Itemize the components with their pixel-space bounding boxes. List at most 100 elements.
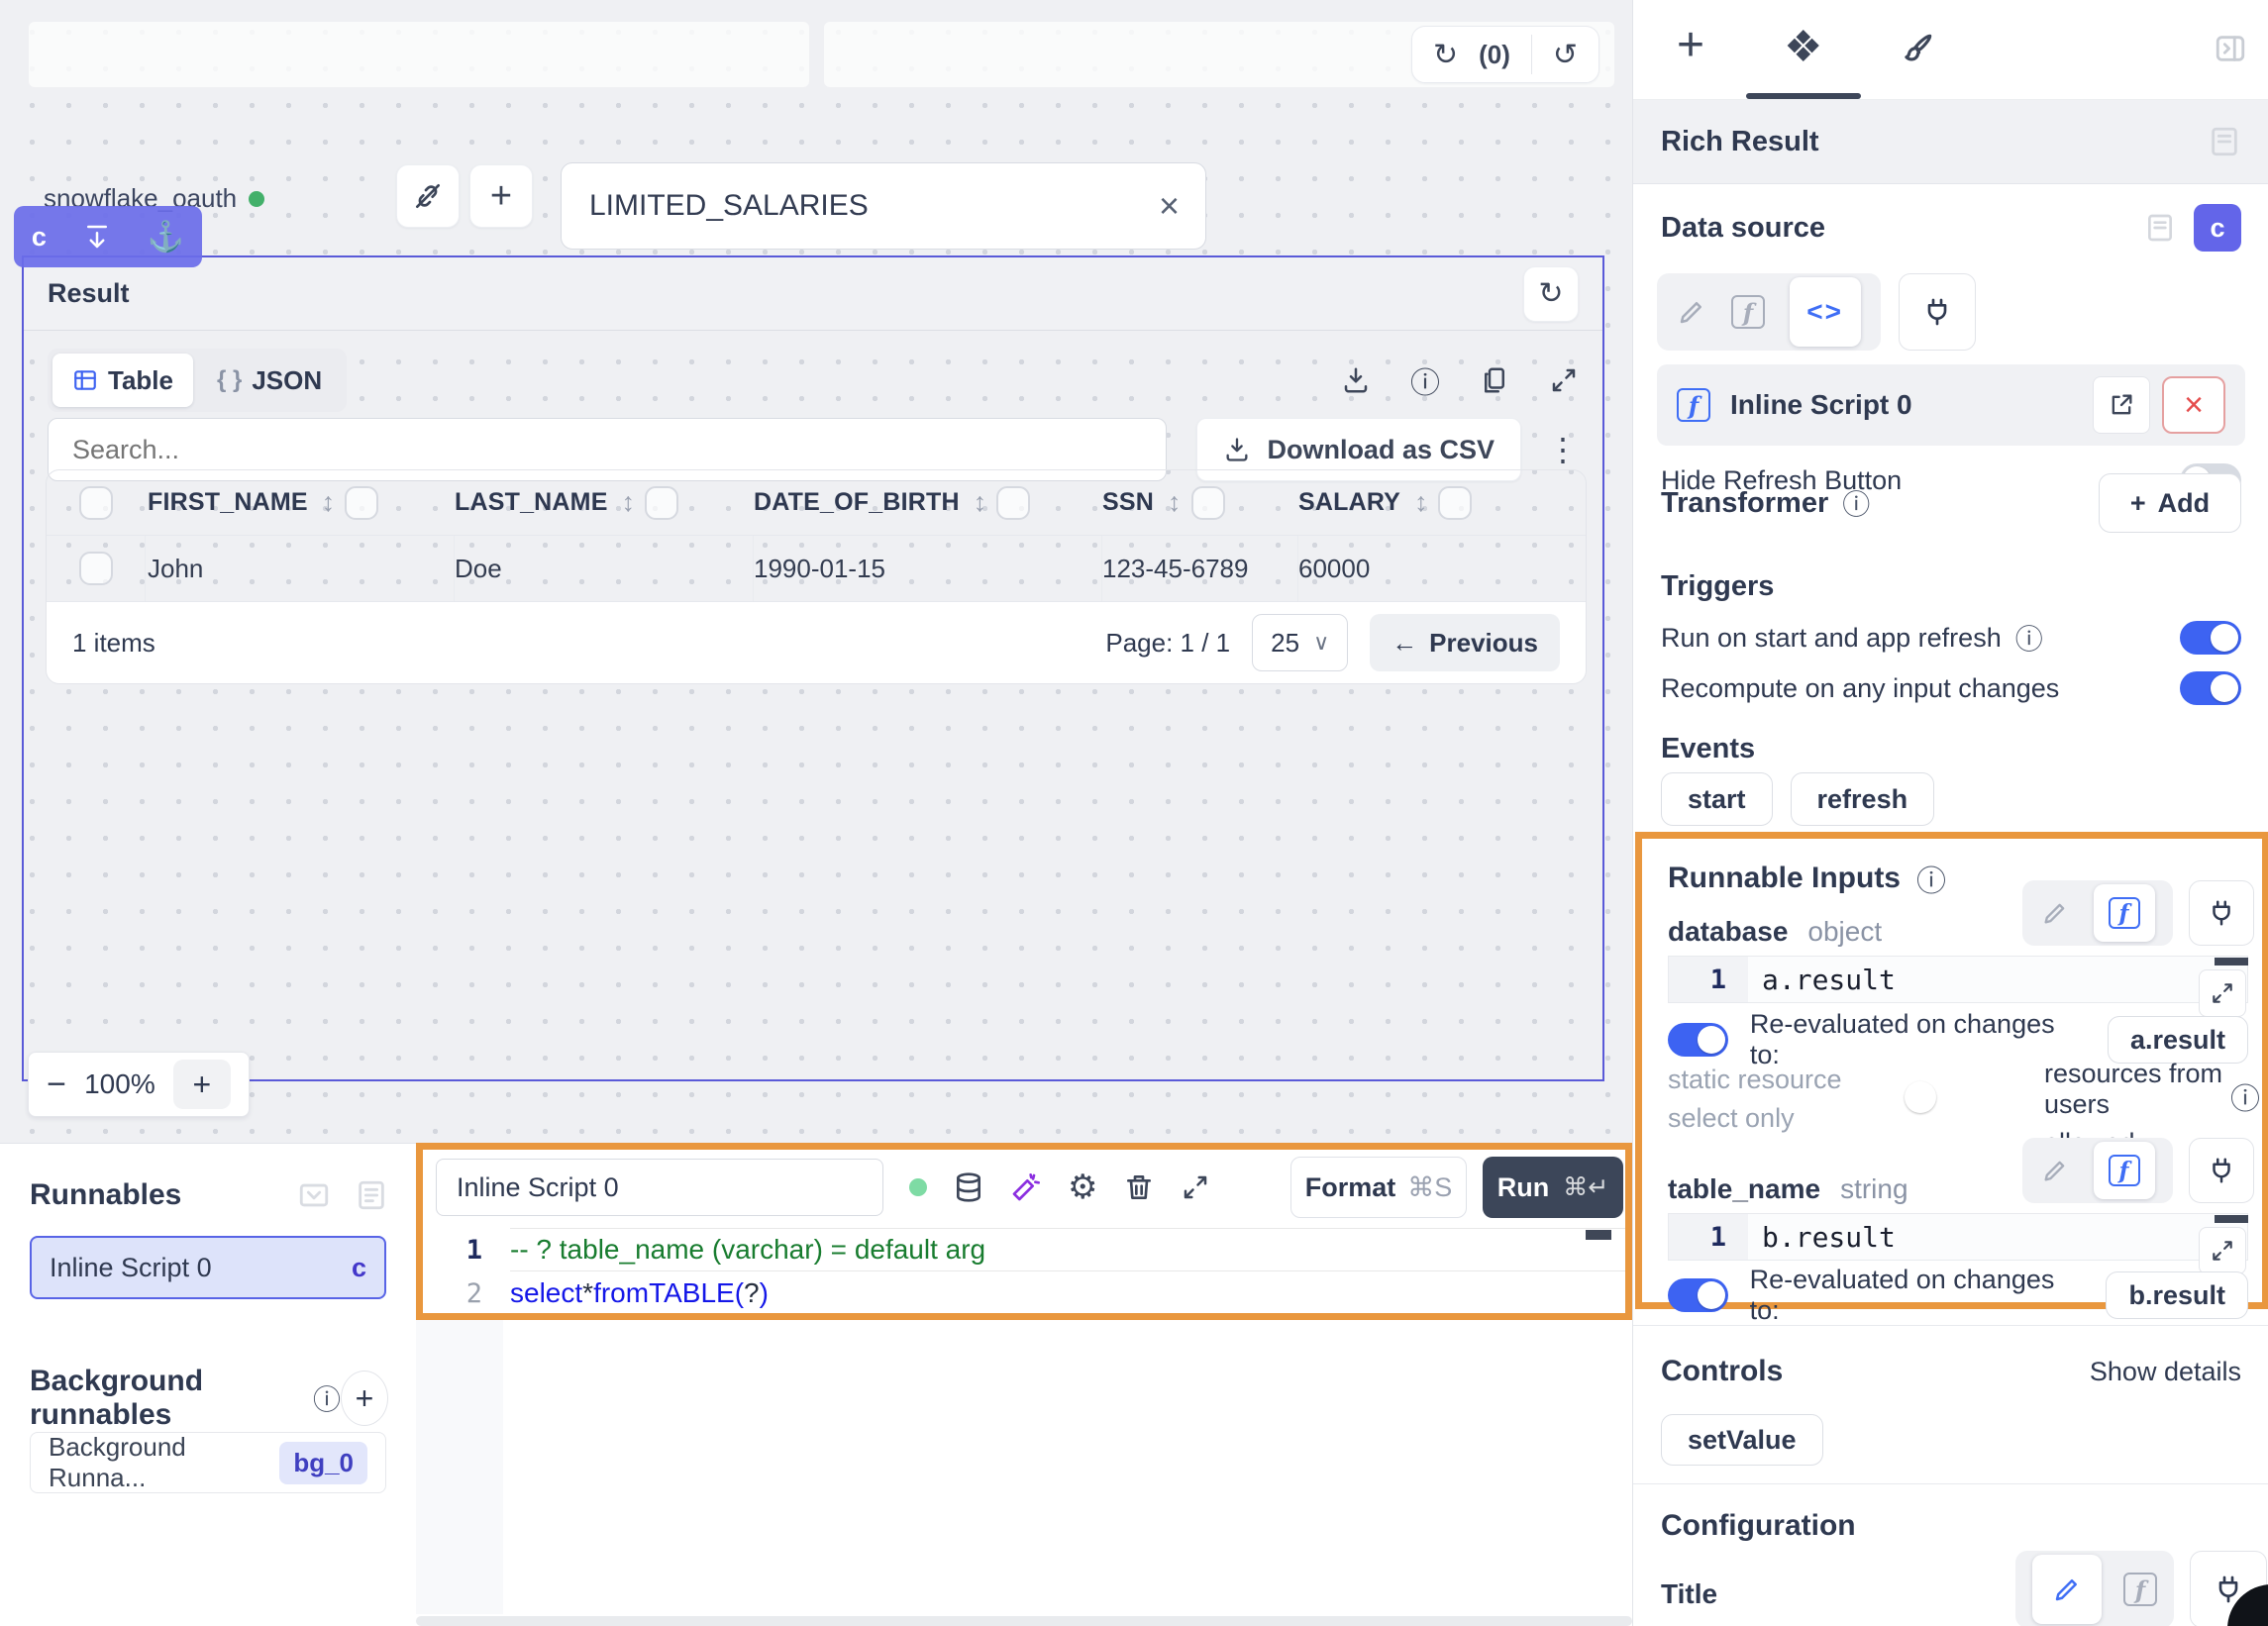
search-input[interactable]	[70, 434, 1144, 466]
static-mode-pencil-icon[interactable]	[2041, 899, 2069, 927]
info-icon[interactable]: ⓘ	[1842, 483, 1870, 523]
sort-icon[interactable]: ↕	[322, 487, 336, 518]
info-icon[interactable]: ⓘ	[1916, 857, 1946, 900]
event-chip-start[interactable]: start	[1661, 772, 1773, 826]
unlink-button[interactable]	[396, 164, 460, 228]
select-all-checkbox[interactable]	[79, 486, 113, 520]
column-toggle[interactable]	[1191, 486, 1225, 520]
clear-input-icon[interactable]: ×	[1159, 188, 1180, 224]
connect-input-plug-button[interactable]	[2189, 1138, 2254, 1203]
app-canvas[interactable]: ↻ (0) ↺ snowflake_oauth c ⚓ +	[0, 0, 1632, 1143]
table-name-expr-editor[interactable]: 1 b.result	[1668, 1213, 2248, 1261]
column-header[interactable]: LAST_NAME	[455, 488, 608, 517]
static-mode-pencil-icon[interactable]	[1677, 297, 1706, 327]
code-line-1[interactable]: 1 -- ? table_name (varchar) = default ar…	[423, 1228, 1625, 1271]
collapse-runnables-icon[interactable]	[297, 1178, 331, 1212]
page-size-select[interactable]: 25 ∨	[1252, 614, 1348, 671]
reeval-toggle[interactable]	[1668, 1023, 1728, 1057]
tab-component-settings-icon[interactable]: ❖	[1784, 26, 1822, 69]
control-chip-setvalue[interactable]: setValue	[1661, 1414, 1823, 1466]
info-icon[interactable]: ⓘ	[313, 1378, 341, 1418]
runnable-mode-icon[interactable]: f	[1731, 295, 1765, 329]
code-editor-body[interactable]	[416, 1320, 1632, 1626]
reeval-target-chip[interactable]: b.result	[2106, 1271, 2248, 1319]
anchor-icon[interactable]: ⚓	[148, 220, 184, 254]
column-toggle[interactable]	[645, 486, 678, 520]
event-chip-refresh[interactable]: refresh	[1791, 772, 1935, 826]
info-icon[interactable]: ⓘ	[2015, 618, 2043, 658]
run-on-start-toggle[interactable]	[2180, 621, 2241, 655]
add-button[interactable]: +	[469, 164, 533, 228]
show-details-link[interactable]: Show details	[2090, 1357, 2241, 1387]
column-toggle[interactable]	[1438, 486, 1472, 520]
eval-mode-icon[interactable]: f	[2094, 884, 2155, 942]
add-transformer-button[interactable]: + Add	[2099, 473, 2241, 533]
result-refresh-button[interactable]: ↻	[1523, 266, 1579, 322]
tab-insert-component-icon[interactable]: +	[1677, 22, 1704, 69]
sort-icon[interactable]: ↕	[1168, 487, 1182, 518]
tab-styling-icon[interactable]	[1899, 30, 1936, 67]
reeval-target-chip[interactable]: a.result	[2108, 1016, 2248, 1064]
column-header[interactable]: FIRST_NAME	[148, 488, 308, 517]
code-area[interactable]: 1 -- ? table_name (varchar) = default ar…	[423, 1228, 1625, 1315]
connect-input-plug-button[interactable]	[2189, 880, 2254, 946]
remove-script-button[interactable]: ×	[2162, 376, 2225, 434]
tab-table[interactable]: Table	[52, 354, 193, 407]
column-header[interactable]: SSN	[1102, 488, 1154, 517]
column-toggle[interactable]	[345, 486, 378, 520]
doc-icon[interactable]	[2144, 212, 2176, 244]
script-name-field[interactable]	[436, 1159, 883, 1216]
reeval-toggle[interactable]	[1668, 1278, 1728, 1312]
sort-icon[interactable]: ↕	[1414, 487, 1428, 518]
copy-result-icon[interactable]	[1480, 365, 1509, 395]
download-icon[interactable]	[1341, 365, 1371, 395]
info-icon[interactable]: ⓘ	[1410, 358, 1440, 402]
static-mode-pencil-icon[interactable]	[2041, 1157, 2069, 1184]
connect-input-plug-button[interactable]	[1899, 273, 1976, 351]
table-select-input[interactable]	[587, 188, 1122, 224]
horizontal-scrollbar[interactable]	[416, 1616, 1632, 1626]
kebab-menu-icon[interactable]: ⋮	[1547, 431, 1579, 468]
move-down-icon[interactable]	[82, 222, 112, 252]
code-mode-icon[interactable]: <>	[1790, 277, 1861, 347]
sort-icon[interactable]: ↕	[622, 487, 636, 518]
info-icon[interactable]: ⓘ	[2230, 1074, 2260, 1118]
open-script-button[interactable]	[2093, 376, 2150, 434]
sort-icon[interactable]: ↕	[974, 487, 987, 518]
row-checkbox[interactable]	[79, 552, 113, 585]
code-line-2[interactable]: 2 select * from TABLE(?)	[423, 1271, 1625, 1315]
background-runnable-item[interactable]: Background Runna... bg_0	[30, 1432, 386, 1493]
format-button[interactable]: Format ⌘S	[1290, 1157, 1467, 1218]
collapse-panel-icon[interactable]	[2214, 32, 2247, 65]
expand-editor-icon[interactable]	[1181, 1172, 1210, 1202]
editor-scrollbar-thumb[interactable]	[1586, 1230, 1611, 1240]
recompute-toggle[interactable]	[2180, 671, 2241, 705]
doc-icon[interactable]	[2208, 125, 2241, 158]
eval-mode-icon[interactable]: f	[2094, 1142, 2155, 1199]
database-expr-editor[interactable]: 1 a.result	[1668, 956, 2248, 1003]
add-background-runnable-button[interactable]: +	[341, 1371, 388, 1426]
data-source-script-row[interactable]: f Inline Script 0 ×	[1657, 364, 2245, 446]
database-icon[interactable]	[953, 1171, 984, 1203]
delete-script-icon[interactable]	[1123, 1171, 1155, 1203]
zoom-in-button[interactable]: +	[173, 1060, 231, 1109]
history-icon[interactable]: ↺	[1553, 38, 1578, 72]
settings-gear-icon[interactable]: ⚙	[1068, 1168, 1097, 1207]
rich-result-component[interactable]: Result ↻ Table { } JSON	[22, 255, 1604, 1081]
eval-mode-icon[interactable]: f	[2123, 1573, 2157, 1606]
run-button[interactable]: Run ⌘↵	[1483, 1157, 1623, 1218]
column-toggle[interactable]	[996, 486, 1030, 520]
column-header[interactable]: DATE_OF_BIRTH	[754, 488, 960, 517]
column-header[interactable]: SALARY	[1298, 488, 1400, 517]
refresh-icon[interactable]: ↻	[1433, 38, 1458, 72]
script-name-input[interactable]	[455, 1171, 865, 1204]
static-mode-pencil-icon[interactable]	[2032, 1555, 2102, 1624]
zoom-out-button[interactable]: −	[47, 1066, 66, 1104]
fullscreen-icon[interactable]	[1549, 365, 1579, 395]
tab-json[interactable]: { } JSON	[197, 354, 342, 407]
table-row[interactable]: John Doe 1990-01-15 123-45-6789 60000	[47, 536, 1586, 601]
table-select-field[interactable]: ×	[561, 162, 1206, 250]
ai-assistant-icon[interactable]	[1010, 1171, 1042, 1203]
runnable-item-inline-script-0[interactable]: Inline Script 0 c	[30, 1236, 386, 1299]
previous-page-button[interactable]: ← Previous	[1370, 614, 1560, 671]
